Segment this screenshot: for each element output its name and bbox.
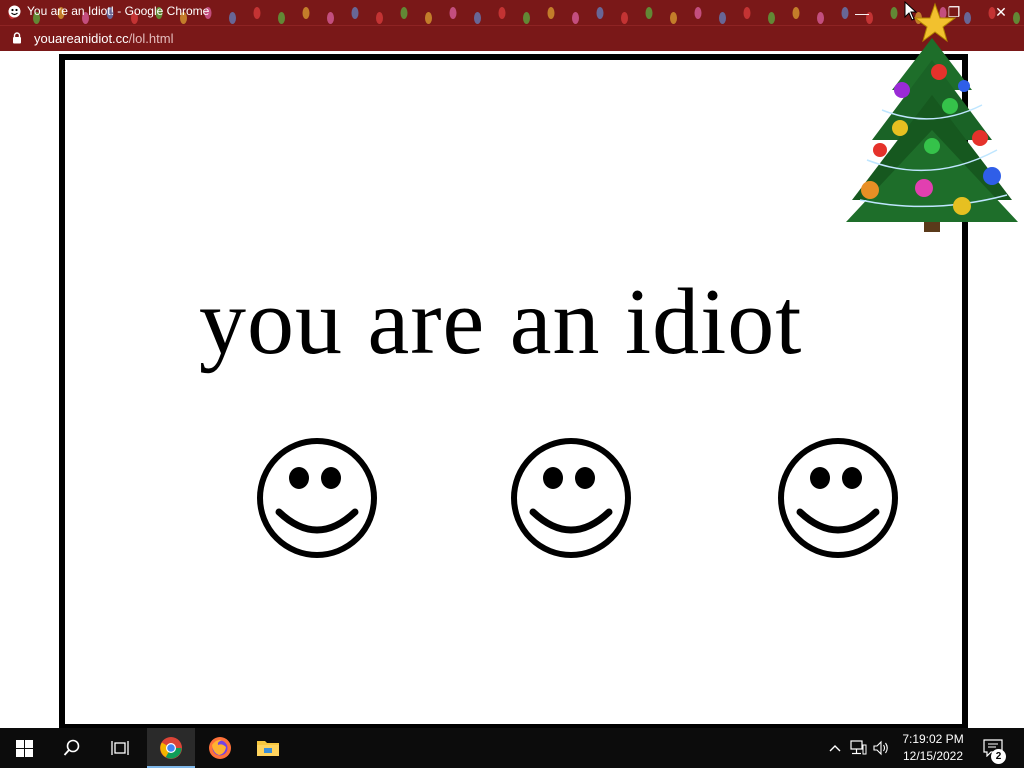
christmas-light-bulb bbox=[376, 12, 383, 24]
taskbar-clock[interactable]: 7:19:02 PM 12/15/2022 bbox=[898, 731, 968, 765]
smiley-face-icon bbox=[257, 438, 377, 558]
christmas-light-bulb bbox=[670, 12, 677, 24]
christmas-light-bulb bbox=[425, 12, 432, 24]
taskbar-firefox[interactable] bbox=[196, 728, 244, 768]
smiley-face-icon bbox=[778, 438, 898, 558]
start-button[interactable] bbox=[0, 728, 48, 768]
window-title: You are an Idiot! - Google Chrome bbox=[27, 4, 210, 18]
christmas-light-bulb bbox=[302, 7, 310, 19]
christmas-light-bulb bbox=[229, 12, 236, 24]
christmas-light-bulb bbox=[547, 7, 555, 19]
christmas-light-bulb bbox=[621, 12, 628, 24]
volume-icon bbox=[873, 740, 888, 756]
taskbar: 7:19:02 PM 12/15/2022 2 bbox=[0, 728, 1024, 768]
christmas-light-bulb bbox=[817, 12, 824, 24]
christmas-light-bulb bbox=[719, 12, 726, 24]
url-host: youareanidiot.cc bbox=[34, 31, 129, 46]
task-view-button[interactable] bbox=[96, 728, 144, 768]
mouse-cursor-icon bbox=[904, 1, 918, 21]
christmas-light-bulb bbox=[327, 12, 334, 24]
black-frame: you are an idiot bbox=[59, 54, 968, 730]
search-button[interactable] bbox=[48, 728, 96, 768]
christmas-tree-decoration bbox=[846, 2, 1018, 232]
task-view-icon bbox=[111, 741, 129, 755]
christmas-light-bulb bbox=[474, 12, 481, 24]
christmas-light-bulb bbox=[498, 7, 506, 19]
christmas-light-bulb bbox=[278, 12, 285, 24]
chevron-up-icon bbox=[829, 745, 841, 752]
lock-icon bbox=[13, 32, 21, 44]
christmas-light-bulb bbox=[449, 7, 457, 19]
taskbar-file-explorer[interactable] bbox=[244, 728, 292, 768]
christmas-light-bulb bbox=[792, 7, 800, 19]
taskbar-chrome[interactable] bbox=[147, 728, 195, 768]
clock-date: 12/15/2022 bbox=[902, 749, 964, 763]
url-text[interactable]: youareanidiot.cc/lol.html bbox=[34, 31, 173, 46]
windows-logo-icon bbox=[15, 739, 33, 757]
christmas-light-bulb bbox=[400, 7, 408, 19]
notification-count-badge: 2 bbox=[991, 749, 1006, 764]
christmas-light-bulb bbox=[645, 7, 653, 19]
show-hidden-icons[interactable] bbox=[826, 728, 844, 768]
clock-time: 7:19:02 PM bbox=[902, 732, 964, 746]
christmas-light-bulb bbox=[253, 7, 261, 19]
christmas-light-bulb bbox=[694, 7, 702, 19]
search-icon bbox=[63, 739, 80, 756]
headline: you are an idiot bbox=[199, 270, 803, 374]
christmas-light-bulb bbox=[523, 12, 530, 24]
firefox-icon bbox=[209, 737, 231, 759]
volume-control[interactable] bbox=[871, 728, 893, 768]
smiley-favicon-icon bbox=[8, 5, 21, 18]
christmas-light-bulb bbox=[743, 7, 751, 19]
url-path: /lol.html bbox=[128, 31, 174, 46]
smiley-face-icon bbox=[511, 438, 631, 558]
network-icon bbox=[850, 740, 867, 755]
christmas-light-bulb bbox=[596, 7, 604, 19]
christmas-light-bulb bbox=[351, 7, 359, 19]
christmas-light-bulb bbox=[768, 12, 775, 24]
chrome-icon bbox=[160, 737, 182, 759]
folder-icon bbox=[257, 741, 279, 756]
christmas-light-bulb bbox=[572, 12, 579, 24]
network-status[interactable] bbox=[847, 728, 869, 768]
star-topper bbox=[913, 2, 957, 43]
